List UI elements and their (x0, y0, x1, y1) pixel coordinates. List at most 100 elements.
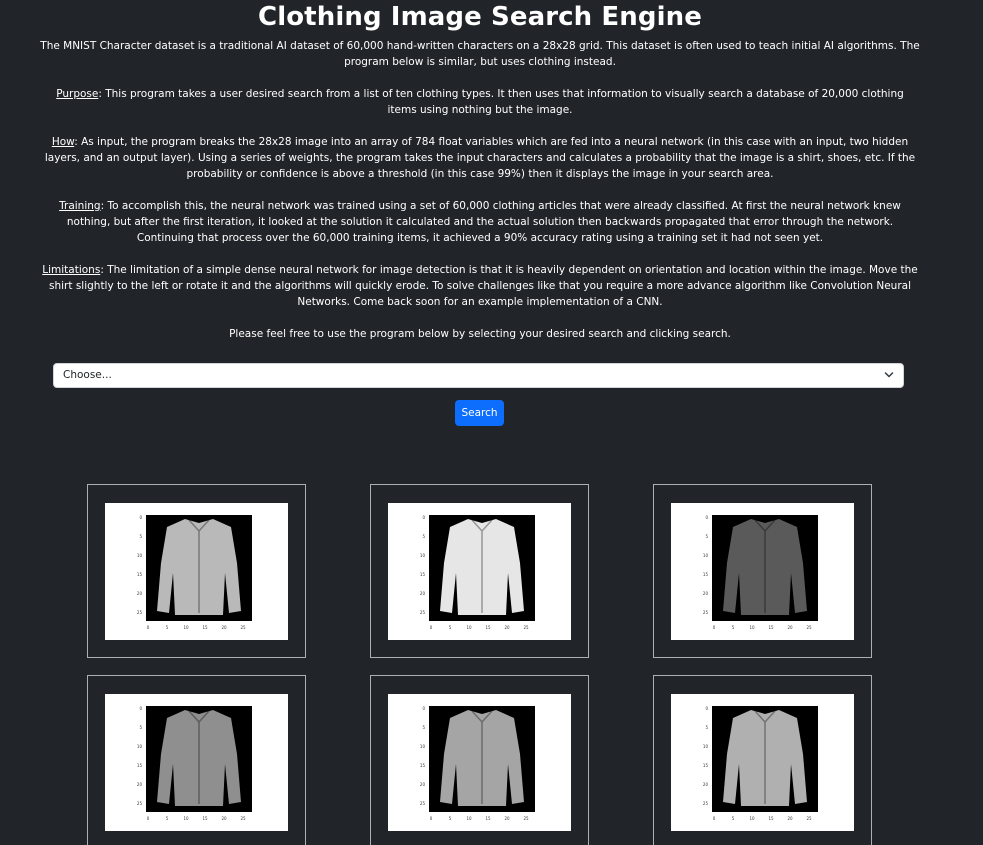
x-tick-label: 25 (806, 816, 812, 821)
x-tick-label: 15 (485, 816, 491, 821)
page-title: Clothing Image Search Engine (258, 2, 702, 32)
y-tick-label: 25 (703, 801, 709, 806)
clothing-type-select[interactable]: Choose... (53, 363, 904, 388)
y-tick-label: 20 (703, 591, 709, 596)
y-tick-label: 15 (420, 763, 426, 768)
result-image: 0 5 10 15 20 25 0 5 10 15 20 25 (671, 503, 854, 640)
x-tick-label: 20 (221, 625, 227, 630)
x-tick-label: 20 (504, 816, 510, 821)
search-button[interactable]: Search (455, 400, 504, 426)
y-tick-label: 10 (420, 553, 426, 558)
y-tick-label: 0 (422, 515, 425, 520)
clothing-plot: 0 5 10 15 20 25 0 5 10 15 20 25 (703, 515, 818, 630)
clothing-plot: 0 5 10 15 20 25 0 5 10 15 20 25 (703, 706, 818, 821)
y-tick-label: 10 (137, 553, 143, 558)
clothing-plot: 0 5 10 15 20 25 0 5 10 15 20 25 (137, 706, 252, 821)
x-tick-label: 15 (768, 625, 774, 630)
limitations-text: : The limitation of a simple dense neura… (49, 264, 918, 308)
y-tick-label: 10 (703, 553, 709, 558)
y-tick-label: 0 (139, 706, 142, 711)
how-label: How (51, 136, 75, 148)
x-tick-label: 25 (240, 625, 246, 630)
result-card: 0 5 10 15 20 25 0 5 10 15 20 25 (87, 484, 306, 658)
how-text: : As input, the program breaks the 28x28… (44, 136, 916, 180)
clothing-plot: 0 5 10 15 20 25 0 5 10 15 20 25 (420, 515, 535, 630)
cta-paragraph: Please feel free to use the program belo… (40, 326, 920, 342)
y-tick-label: 5 (139, 725, 142, 730)
y-tick-label: 10 (703, 744, 709, 749)
page: Clothing Image Search Engine The MNIST C… (0, 0, 983, 845)
x-tick-label: 5 (166, 625, 169, 630)
purpose-paragraph: Purpose: This program takes a user desir… (40, 86, 920, 118)
purpose-text: : This program takes a user desired sear… (98, 88, 904, 116)
limitations-paragraph: Limitations: The limitation of a simple … (40, 262, 920, 310)
y-tick-label: 15 (420, 572, 426, 577)
y-tick-label: 25 (703, 610, 709, 615)
x-tick-label: 20 (221, 816, 227, 821)
select-value: Choose... (63, 369, 112, 381)
x-tick-label: 25 (523, 625, 529, 630)
x-tick-label: 25 (240, 816, 246, 821)
y-tick-label: 5 (422, 534, 425, 539)
x-tick-label: 10 (749, 816, 755, 821)
x-tick-label: 5 (732, 816, 735, 821)
y-tick-label: 20 (137, 782, 143, 787)
x-tick-label: 5 (166, 816, 169, 821)
x-tick-label: 15 (202, 816, 208, 821)
y-tick-label: 20 (703, 782, 709, 787)
x-tick-label: 20 (504, 625, 510, 630)
x-tick-label: 20 (787, 625, 793, 630)
y-tick-label: 15 (137, 572, 143, 577)
how-paragraph: How: As input, the program breaks the 28… (40, 134, 920, 182)
training-label: Training (59, 200, 101, 212)
clothing-plot: 0 5 10 15 20 25 0 5 10 15 20 25 (137, 515, 252, 630)
y-tick-label: 5 (422, 725, 425, 730)
x-tick-label: 10 (183, 625, 189, 630)
x-tick-label: 15 (485, 625, 491, 630)
y-tick-label: 0 (422, 706, 425, 711)
x-tick-label: 15 (202, 625, 208, 630)
x-tick-label: 0 (713, 816, 716, 821)
y-tick-label: 25 (420, 801, 426, 806)
result-card: 0 5 10 15 20 25 0 5 10 15 20 25 (370, 675, 589, 845)
x-tick-label: 10 (183, 816, 189, 821)
result-image: 0 5 10 15 20 25 0 5 10 15 20 25 (671, 694, 854, 831)
y-tick-label: 25 (137, 610, 143, 615)
y-tick-label: 15 (703, 572, 709, 577)
y-tick-label: 15 (703, 763, 709, 768)
x-tick-label: 20 (787, 816, 793, 821)
y-tick-label: 5 (705, 725, 708, 730)
y-tick-label: 25 (137, 801, 143, 806)
x-tick-label: 25 (806, 625, 812, 630)
y-tick-label: 20 (420, 782, 426, 787)
x-tick-label: 0 (713, 625, 716, 630)
result-card: 0 5 10 15 20 25 0 5 10 15 20 25 (653, 484, 872, 658)
clothing-plot: 0 5 10 15 20 25 0 5 10 15 20 25 (420, 706, 535, 821)
x-tick-label: 10 (749, 625, 755, 630)
limitations-label: Limitations (42, 264, 101, 276)
x-tick-label: 0 (147, 816, 150, 821)
y-tick-label: 15 (137, 763, 143, 768)
result-card: 0 5 10 15 20 25 0 5 10 15 20 25 (653, 675, 872, 845)
training-paragraph: Training: To accomplish this, the neural… (40, 198, 920, 246)
result-card: 0 5 10 15 20 25 0 5 10 15 20 25 (370, 484, 589, 658)
x-tick-label: 5 (449, 625, 452, 630)
purpose-label: Purpose (56, 88, 99, 100)
result-card: 0 5 10 15 20 25 0 5 10 15 20 25 (87, 675, 306, 845)
x-tick-label: 10 (466, 816, 472, 821)
x-tick-label: 0 (430, 625, 433, 630)
y-tick-label: 0 (705, 515, 708, 520)
cta-text: Please feel free to use the program belo… (229, 328, 731, 340)
x-tick-label: 0 (430, 816, 433, 821)
y-tick-label: 5 (705, 534, 708, 539)
x-tick-label: 25 (523, 816, 529, 821)
y-tick-label: 0 (139, 515, 142, 520)
x-tick-label: 5 (732, 625, 735, 630)
result-image: 0 5 10 15 20 25 0 5 10 15 20 25 (388, 503, 571, 640)
x-tick-label: 5 (449, 816, 452, 821)
y-tick-label: 20 (420, 591, 426, 596)
result-image: 0 5 10 15 20 25 0 5 10 15 20 25 (388, 694, 571, 831)
result-image: 0 5 10 15 20 25 0 5 10 15 20 25 (105, 503, 288, 640)
y-tick-label: 5 (139, 534, 142, 539)
intro-paragraph: The MNIST Character dataset is a traditi… (40, 38, 920, 70)
